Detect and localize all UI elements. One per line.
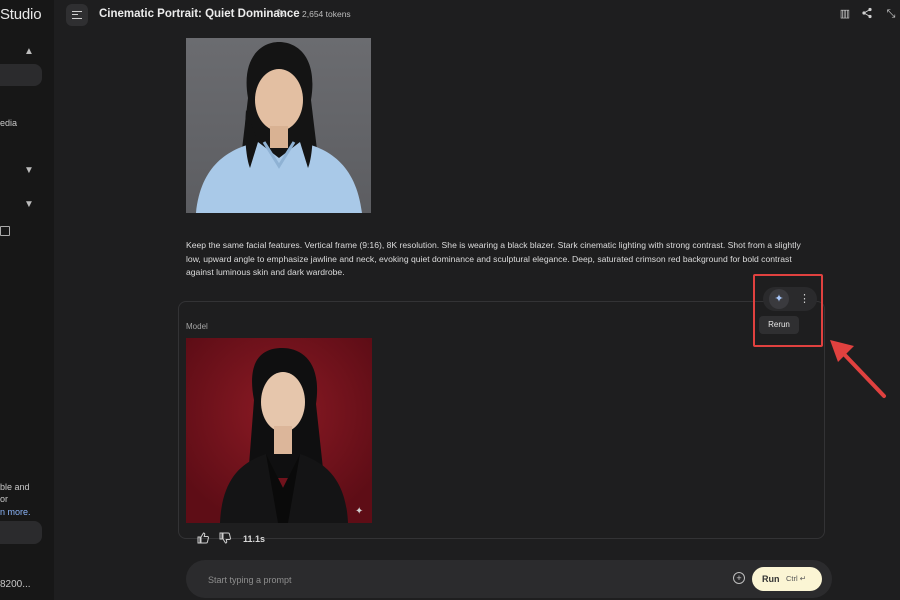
add-plus-icon[interactable]: + [733, 572, 745, 584]
external-link-icon[interactable] [0, 226, 10, 236]
thumbs-down-icon[interactable] [218, 532, 232, 546]
model-label: Model [186, 322, 208, 331]
reference-portrait-image[interactable] [186, 38, 371, 213]
share-icon[interactable] [860, 7, 874, 21]
left-sidebar: Studio ▲ edia ▼ ▼ ble and or n more. 820… [0, 0, 54, 600]
brand-name: Studio [0, 6, 42, 23]
generated-portrait-image[interactable] [186, 338, 372, 523]
prompt-input-bar: + Run Ctrl ↵ [186, 560, 832, 598]
run-button[interactable]: Run Ctrl ↵ [752, 567, 822, 591]
chevron-down-icon[interactable]: ▼ [24, 200, 34, 210]
top-header: Cinematic Portrait: Quiet Dominance ✎ 2,… [54, 0, 900, 30]
edit-pencil-icon[interactable]: ✎ [276, 7, 285, 20]
annotation-highlight-box [753, 274, 823, 347]
token-count: 2,654 tokens [302, 9, 351, 19]
toggle-sidebar-button[interactable] [66, 4, 88, 26]
run-button-label: Run [762, 574, 780, 584]
elapsed-time: 11.1s [243, 534, 266, 544]
account-label[interactable]: 8200... [0, 579, 31, 590]
sidebar-button[interactable] [0, 521, 42, 544]
sidebar-item-media-label[interactable]: edia [0, 118, 17, 128]
annotation-arrow-icon [830, 340, 886, 398]
sidebar-note-line: ble and [0, 482, 30, 492]
sidebar-item-active[interactable] [0, 64, 42, 86]
watermark-sparkle-icon: ✦ [355, 506, 364, 517]
user-prompt-text: Keep the same facial features. Vertical … [186, 240, 801, 278]
compare-icon[interactable]: ▥ [838, 7, 852, 21]
chevron-up-icon[interactable]: ▲ [24, 47, 34, 57]
page-title: Cinematic Portrait: Quiet Dominance [99, 8, 300, 20]
menu-icon [72, 11, 82, 19]
sidebar-note-line: or [0, 494, 9, 504]
thumbs-up-icon[interactable] [196, 532, 210, 546]
run-shortcut-label: Ctrl ↵ [786, 574, 807, 583]
collapse-icon[interactable]: ⤡ [884, 7, 898, 21]
learn-more-link[interactable]: n more. [0, 507, 31, 517]
prompt-input[interactable] [206, 571, 710, 589]
chevron-down-icon[interactable]: ▼ [24, 166, 34, 176]
